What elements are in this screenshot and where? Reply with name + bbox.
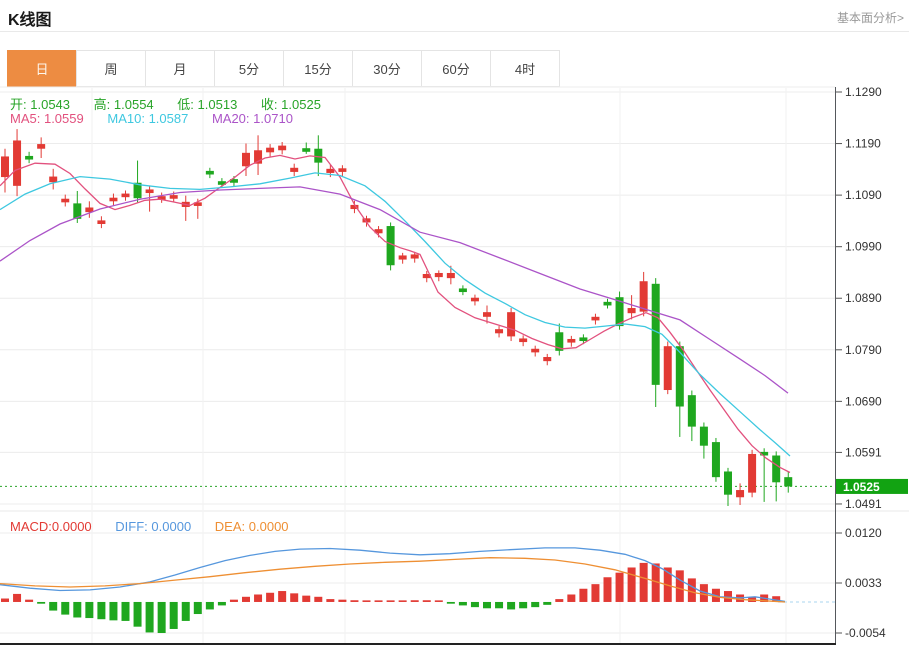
svg-text:1.1190: 1.1190 bbox=[845, 137, 881, 151]
dea-value: DEA: 0.0000 bbox=[215, 519, 289, 534]
ma-legend: MA5: 1.0559 MA10: 1.0587 MA20: 1.0710 bbox=[10, 111, 313, 126]
svg-text:1.0525: 1.0525 bbox=[843, 480, 880, 494]
svg-text:1.0990: 1.0990 bbox=[845, 240, 882, 254]
diff-value: DIFF: 0.0000 bbox=[115, 519, 191, 534]
macd-axis-labels: 0.0120 0.0033 -0.0054 bbox=[836, 526, 886, 640]
svg-text:0.0033: 0.0033 bbox=[845, 576, 882, 590]
ma5-line bbox=[0, 155, 790, 472]
svg-text:1.0591: 1.0591 bbox=[845, 445, 882, 459]
macd-value: MACD:0.0000 bbox=[10, 519, 92, 534]
ma10-legend: MA10: 1.0587 bbox=[107, 111, 188, 126]
svg-text:1.0491: 1.0491 bbox=[845, 497, 882, 511]
svg-text:-0.0054: -0.0054 bbox=[845, 626, 886, 640]
ma20-legend: MA20: 1.0710 bbox=[212, 111, 293, 126]
svg-text:0.0120: 0.0120 bbox=[845, 526, 882, 540]
price-axis-labels: 1.1290 1.1190 1.1090 1.0990 1.0890 1.0790 1.06… bbox=[836, 85, 882, 511]
ohlc-high: 高: 1.0554 bbox=[94, 97, 154, 112]
ma5-legend: MA5: 1.0559 bbox=[10, 111, 84, 126]
current-price-badge: 1.0525 bbox=[836, 479, 908, 494]
svg-text:1.0790: 1.0790 bbox=[845, 343, 882, 357]
ma10-line bbox=[0, 173, 790, 456]
ohlc-low: 低: 1.0513 bbox=[177, 97, 237, 112]
macd-histogram bbox=[1, 563, 780, 633]
svg-text:1.0690: 1.0690 bbox=[845, 394, 882, 408]
ohlc-close: 收: 1.0525 bbox=[261, 97, 321, 112]
kline-page: K线图 基本面分析> 日 周 月 5分 15分 30分 60分 4时 1.129… bbox=[0, 0, 909, 649]
svg-text:1.1090: 1.1090 bbox=[845, 188, 882, 202]
macd-legend: MACD:0.0000 DIFF: 0.0000 DEA: 0.0000 bbox=[10, 519, 309, 534]
svg-text:1.1290: 1.1290 bbox=[845, 85, 882, 99]
ohlc-open: 开: 1.0543 bbox=[10, 97, 70, 112]
svg-text:1.0890: 1.0890 bbox=[845, 291, 882, 305]
